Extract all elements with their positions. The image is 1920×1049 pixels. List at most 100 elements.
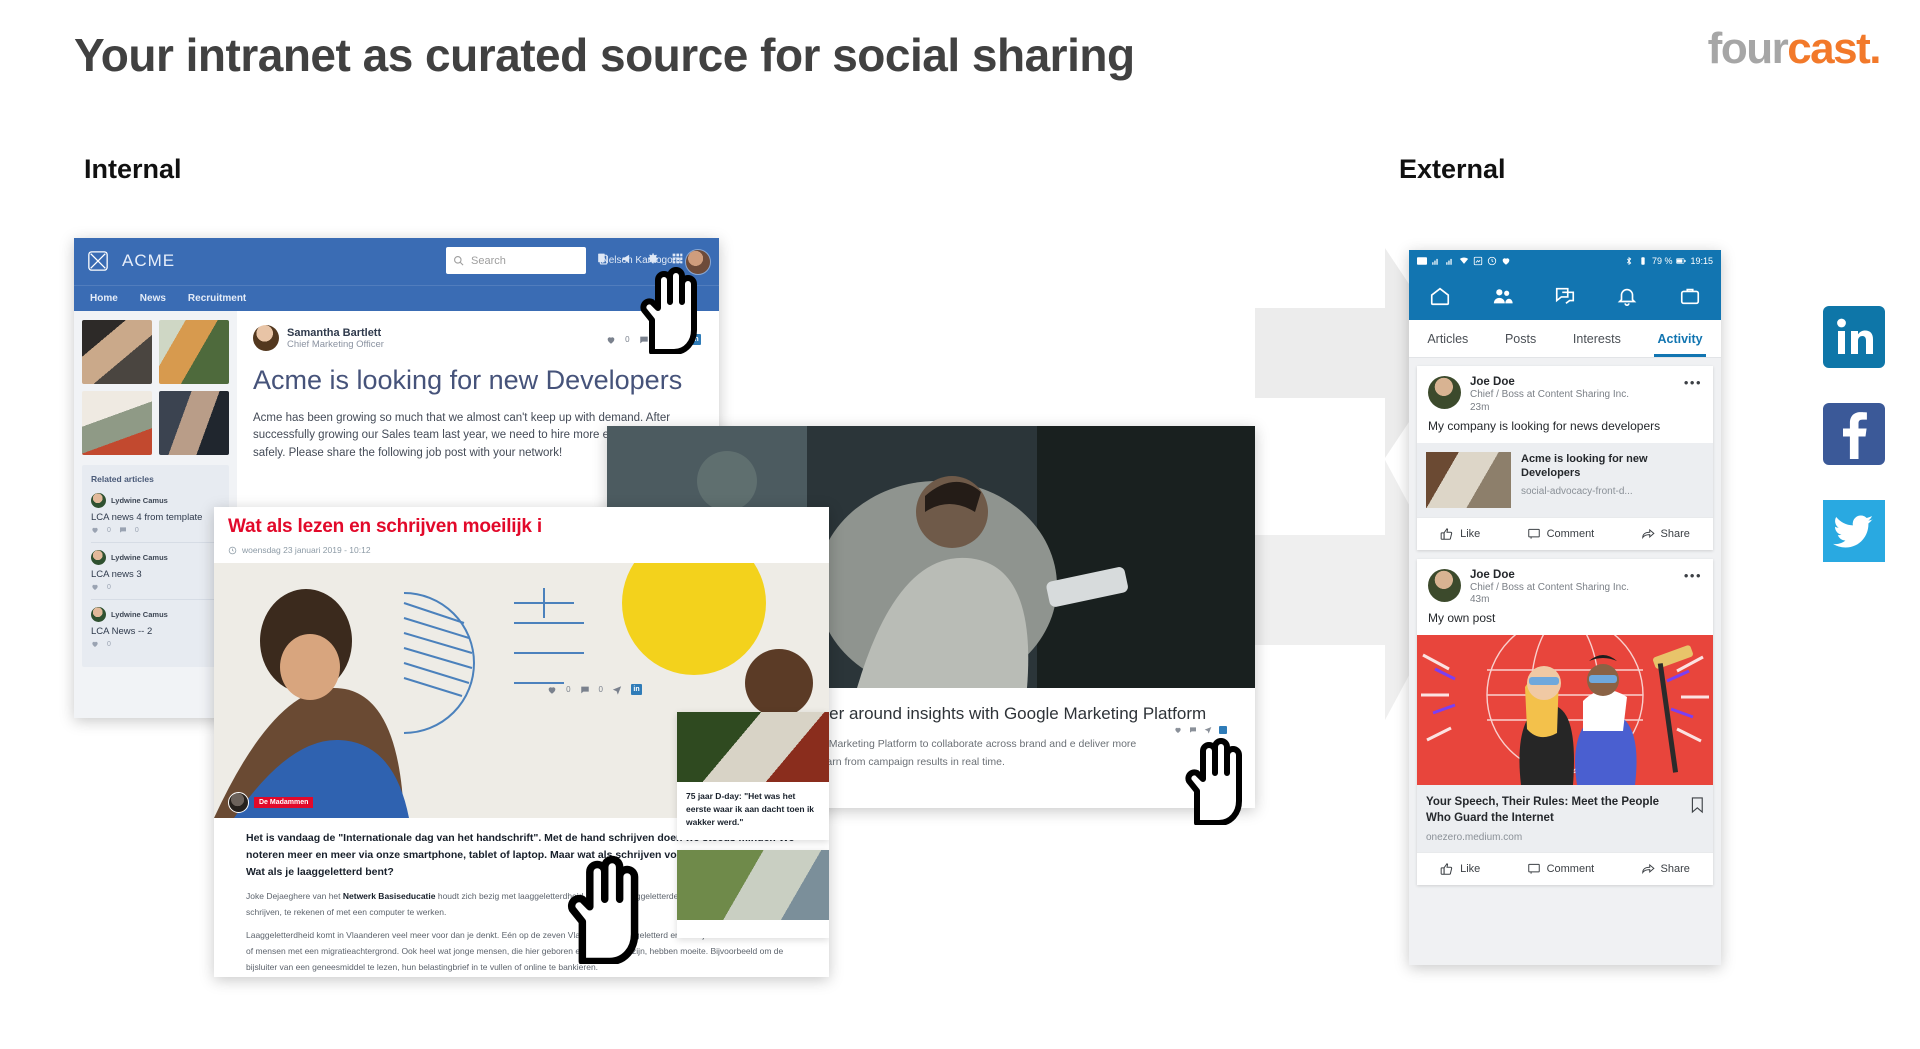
avatar: [1428, 376, 1461, 409]
related-author-row: Lydwine Camus: [91, 550, 220, 565]
briefcase-icon: [1680, 288, 1699, 305]
comment-button[interactable]: Comment: [1527, 862, 1594, 876]
post-text: My company is looking for news developer…: [1428, 418, 1661, 433]
heart-icon: [1502, 258, 1510, 265]
home-icon: [1431, 287, 1450, 306]
intranet-nav[interactable]: Home News Recruitment: [74, 285, 719, 311]
list-item[interactable]: Lydwine Camus LCA News -- 2 0: [91, 607, 220, 656]
intranet-header: ACME Search Nelson Kantogom: [74, 238, 719, 285]
related-title[interactable]: LCA news 3: [91, 569, 220, 580]
comment-icon: [1527, 528, 1540, 539]
post-header: Joe Doe Chief / Boss at Content Sharing …: [1417, 366, 1713, 419]
search-input[interactable]: Search: [446, 247, 586, 274]
related-stats: 0 0: [91, 526, 220, 534]
status-left-icons: [1417, 256, 1511, 266]
fourcast-logo: fourcast.: [1707, 24, 1882, 74]
dutch-date: woensdag 23 januari 2019 - 10:12: [228, 545, 815, 555]
screenshot-icon: [1473, 256, 1483, 266]
linkedin-icon: [1219, 726, 1227, 734]
acme-logo-icon: [87, 250, 109, 272]
feed-post[interactable]: Joe Doe Chief / Boss at Content Sharing …: [1417, 366, 1713, 550]
like-button[interactable]: Like: [1440, 862, 1480, 876]
comment-icon: [1527, 864, 1540, 874]
linkedin-icon[interactable]: [1823, 306, 1885, 368]
wifi-icon: [1459, 257, 1469, 264]
like-count: 0: [625, 335, 630, 344]
post-time: 43m: [1470, 594, 1490, 605]
share-button[interactable]: Share: [1641, 527, 1690, 541]
side-card[interactable]: [677, 849, 829, 938]
linkedin-share-icon[interactable]: in: [631, 684, 642, 695]
thumbnail-image: [159, 320, 229, 384]
intranet-username[interactable]: Nelson Kantogom: [602, 255, 682, 266]
avatar[interactable]: [685, 249, 711, 275]
related-title[interactable]: LCA News -- 2: [91, 626, 220, 637]
phone-top-nav[interactable]: [1409, 272, 1721, 320]
side-card[interactable]: 75 jaar D-day: "Het was het eerste waar …: [677, 712, 829, 840]
vibrate-icon: [1641, 257, 1645, 265]
link-card-image: [1426, 451, 1511, 508]
more-options-icon[interactable]: •••: [1684, 569, 1702, 582]
adidas-card-actions[interactable]: [1174, 726, 1227, 734]
dutch-header: Wat als lezen en schrijven moeilijk i wo…: [214, 507, 829, 555]
like-button[interactable]: Like: [1440, 527, 1480, 541]
share-label: Share: [1660, 527, 1690, 540]
post-author: Joe Doe: [1470, 568, 1515, 581]
post-actions[interactable]: Like Comment Share: [1417, 852, 1713, 885]
clock-icon: [1487, 256, 1497, 266]
post-link-card[interactable]: Acme is looking for new Developers socia…: [1417, 442, 1713, 517]
facebook-icon[interactable]: [1823, 403, 1885, 465]
list-item[interactable]: Lydwine Camus LCA news 3 0: [91, 550, 220, 600]
comment-icon: [580, 686, 589, 693]
brand-first: four: [1707, 24, 1789, 73]
like-label: Like: [1460, 527, 1481, 540]
like-count: 0: [107, 526, 111, 534]
related-author-row: Lydwine Camus: [91, 607, 220, 622]
twitter-icon[interactable]: [1823, 500, 1885, 562]
share-button[interactable]: Share: [1641, 862, 1690, 876]
tab-activity[interactable]: Activity: [1654, 332, 1706, 357]
comment-count: 0: [657, 335, 662, 344]
phone-tabs[interactable]: Articles Posts Interests Activity: [1409, 320, 1721, 358]
clock-time: 19:15: [1690, 256, 1713, 266]
list-item[interactable]: Lydwine Camus LCA news 4 from template 0…: [91, 493, 220, 543]
tab-interests[interactable]: Interests: [1573, 332, 1621, 346]
dutch-article-window[interactable]: Wat als lezen en schrijven moeilijk i wo…: [214, 507, 829, 977]
acme-logo-text: ACME: [122, 251, 176, 270]
like-count: 0: [566, 685, 571, 694]
phone-feed: Joe Doe Chief / Boss at Content Sharing …: [1409, 358, 1721, 893]
related-articles-heading: Related articles: [91, 474, 154, 484]
signal-icon: [1432, 258, 1438, 265]
related-title[interactable]: LCA news 4 from template: [91, 512, 220, 523]
feed-post[interactable]: Joe Doe Chief / Boss at Content Sharing …: [1417, 558, 1713, 886]
dutch-tag-label: De Madammen: [254, 797, 314, 808]
search-icon: [454, 256, 464, 266]
heart-icon: [92, 527, 98, 533]
tab-articles[interactable]: Articles: [1427, 332, 1468, 346]
people-icon: [1493, 289, 1513, 304]
post-link-card[interactable]: Your Speech, Their Rules: Meet the Peopl…: [1417, 785, 1713, 853]
share-label: Share: [1660, 863, 1690, 876]
comment-count: 0: [598, 685, 603, 694]
linkedin-share-icon[interactable]: in: [690, 334, 701, 345]
mobile-phone-mockup[interactable]: 79 % 19:15 Articles Posts Interests Acti…: [1409, 250, 1721, 965]
avatar: [228, 792, 249, 813]
share-arrow-icon: [1641, 864, 1655, 875]
article-actions[interactable]: 0 0 in: [606, 334, 701, 345]
comment-button[interactable]: Comment: [1527, 527, 1594, 541]
more-options-icon[interactable]: •••: [1684, 376, 1702, 389]
brand-second: cast.: [1787, 24, 1881, 73]
bookmark-icon[interactable]: [1691, 794, 1704, 816]
side-card-image: [677, 849, 829, 920]
tab-posts[interactable]: Posts: [1505, 332, 1536, 346]
heart-icon: [607, 336, 615, 344]
related-articles-panel: Related articles Lydwine Camus LCA news …: [82, 465, 229, 667]
nav-item-home[interactable]: Home: [90, 293, 118, 304]
dutch-article-actions[interactable]: 0 0 in: [547, 684, 642, 695]
nav-item-recruitment[interactable]: Recruitment: [188, 293, 246, 304]
nav-item-news[interactable]: News: [140, 293, 166, 304]
post-actions[interactable]: Like Comment Share: [1417, 516, 1713, 550]
search-placeholder: Search: [471, 254, 506, 267]
side-card-image: [677, 712, 829, 782]
dutch-program-tag: De Madammen: [228, 792, 314, 813]
